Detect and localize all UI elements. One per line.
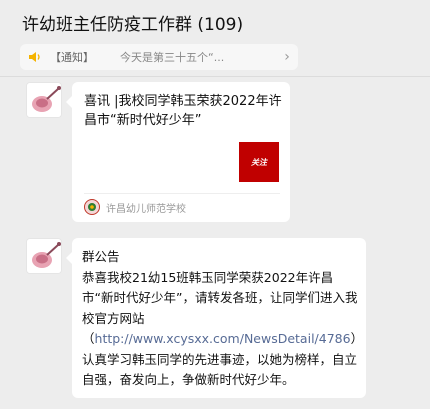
article-title: 喜讯 |我校同学韩玉荣获2022年许昌市“新时代好少年” <box>84 94 282 128</box>
group-notice-message[interactable]: 群公告 恭喜我校21幼15班韩玉同学荣获2022年许昌市“新时代好少年”，请转发… <box>66 238 366 398</box>
divider <box>0 76 430 77</box>
card-divider <box>84 193 280 194</box>
article-source: 许昌幼儿师范学校 <box>84 199 186 215</box>
avatar[interactable] <box>26 238 62 274</box>
pinned-notice-bar[interactable]: 【通知】 今天是第三十五个“... › <box>20 44 298 70</box>
speaker-icon <box>20 51 50 63</box>
notice-tag: 【通知】 <box>50 51 94 64</box>
avatar[interactable] <box>26 82 62 118</box>
thumbnail-text: 关注 <box>251 157 267 167</box>
notice-preview-text: 今天是第三十五个“... <box>120 51 225 64</box>
notice-link[interactable]: http://www.xcysxx.com/NewsDetail/4786 <box>95 331 351 346</box>
chevron-right-icon[interactable]: › <box>276 49 298 65</box>
notice-body: 群公告 恭喜我校21幼15班韩玉同学荣获2022年许昌市“新时代好少年”，请转发… <box>82 247 364 391</box>
notice-heading: 群公告 <box>82 249 120 264</box>
chat-title-bar: 许幼班主任防疫工作群 (109) <box>0 0 430 44</box>
school-logo-icon <box>84 199 100 215</box>
article-thumbnail: 关注 <box>239 142 279 182</box>
source-name: 许昌幼儿师范学校 <box>106 203 186 215</box>
article-card-message[interactable]: 喜讯 |我校同学韩玉荣获2022年许昌市“新时代好少年” 关注 许昌幼儿师范学校 <box>66 82 290 222</box>
chat-title: 许幼班主任防疫工作群 (109) <box>22 14 244 35</box>
